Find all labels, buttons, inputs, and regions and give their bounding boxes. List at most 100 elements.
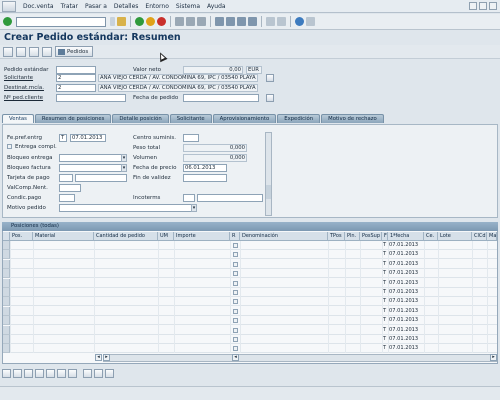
row-first-date-value[interactable]: 07.01.2013 [389, 269, 418, 277]
row-first-date-value[interactable]: 07.01.2013 [389, 326, 418, 334]
solicitante-label[interactable]: Solicitante [4, 75, 33, 81]
back-icon[interactable] [135, 17, 144, 26]
previous-page-icon[interactable] [226, 17, 235, 26]
row-first-date-value[interactable]: 07.01.2013 [389, 316, 418, 324]
sort-descending-icon[interactable] [57, 369, 66, 378]
table-row[interactable] [3, 241, 497, 250]
row-r-checkbox[interactable] [233, 327, 238, 333]
centro-suminis-input[interactable] [183, 134, 199, 142]
fe-pref-unit-input[interactable]: T [59, 134, 67, 142]
row-r-checkbox[interactable] [233, 337, 238, 342]
ventas-scrollbar[interactable] [265, 132, 272, 216]
command-dropdown-icon[interactable] [110, 17, 115, 26]
select-all-rows-button[interactable] [3, 232, 10, 241]
ventas-scroll-thumb[interactable] [266, 185, 271, 199]
row-first-date-value[interactable]: 07.01.2013 [389, 307, 418, 315]
row-r-checkbox[interactable] [233, 271, 238, 277]
row-r-checkbox[interactable] [233, 299, 238, 305]
column-header[interactable]: TPos [328, 232, 345, 241]
configuration-icon[interactable] [83, 369, 92, 378]
row-first-date-value[interactable]: 07.01.2013 [389, 335, 418, 343]
bloqueo-entrega-select[interactable] [59, 154, 127, 162]
column-header[interactable]: Material [33, 232, 94, 241]
column-header[interactable]: Mar [487, 232, 497, 241]
header-detail-icon[interactable] [42, 46, 52, 57]
incoterms-code-input[interactable] [183, 194, 195, 202]
motivo-pedido-dropdown-icon[interactable]: ▾ [191, 204, 197, 212]
column-header[interactable]: R [230, 232, 240, 241]
tab-motivo-rechazo[interactable]: Motivo de rechazo [321, 114, 384, 123]
scroll-right-end-icon[interactable]: ▸ [490, 354, 497, 361]
column-header[interactable]: Pos. [10, 232, 33, 241]
row-r-checkbox[interactable] [233, 280, 238, 286]
column-header[interactable]: Denominación [240, 232, 328, 241]
row-selector[interactable] [3, 250, 10, 260]
column-header[interactable]: UM [158, 232, 174, 241]
table-row[interactable] [3, 316, 497, 326]
table-row[interactable] [3, 344, 497, 354]
tab-resumen-posiciones[interactable]: Resumen de posiciones [34, 114, 112, 123]
items-horizontal-scrollbar[interactable] [103, 354, 497, 362]
tab-detalle-posicion[interactable]: Detalle posición [112, 114, 169, 123]
row-selector[interactable] [3, 325, 10, 335]
row-r-checkbox[interactable] [233, 318, 238, 324]
scroll-right-icon[interactable]: ▸ [103, 354, 110, 361]
row-first-date-value[interactable]: 07.01.2013 [389, 260, 418, 268]
entrega-compl-checkbox[interactable] [7, 144, 12, 149]
ped-cliente-input[interactable] [56, 94, 126, 102]
tarjeta-pago-input[interactable] [75, 174, 127, 182]
exit-icon[interactable] [146, 17, 155, 26]
tab-ventas[interactable]: Ventas [2, 114, 34, 123]
menu-tratar[interactable]: Tratar [61, 3, 78, 10]
next-page-icon[interactable] [237, 17, 246, 26]
condic-pago-input[interactable] [59, 194, 75, 202]
row-selector[interactable] [3, 306, 10, 316]
destinat-input[interactable]: 2 [56, 84, 96, 92]
sap-menu-icon[interactable] [2, 0, 16, 12]
scroll-left-end-icon[interactable]: ◂ [232, 354, 239, 361]
sort-ascending-icon[interactable] [46, 369, 55, 378]
table-row[interactable] [3, 307, 497, 316]
table-row[interactable] [3, 279, 497, 288]
valcomp-input[interactable] [59, 184, 81, 192]
bloqueo-entrega-dropdown-icon[interactable]: ▾ [121, 154, 127, 162]
table-row[interactable] [3, 250, 497, 260]
minimize-icon[interactable] [469, 2, 477, 10]
order-detail-icon[interactable] [266, 94, 274, 102]
row-selector[interactable] [3, 297, 10, 307]
row-first-date-value[interactable]: 07.01.2013 [389, 250, 418, 258]
row-selector[interactable] [3, 344, 10, 354]
fecha-precio-input[interactable]: 06.01.2013 [183, 164, 227, 172]
scroll-left-icon[interactable]: ◂ [95, 354, 102, 361]
column-header[interactable]: Importe [174, 232, 230, 241]
fe-pref-date-input[interactable]: 07.01.2013 [70, 134, 106, 142]
solicitante-input[interactable]: 2 [56, 74, 96, 82]
column-header[interactable]: ClCd [472, 232, 487, 241]
select-all-icon[interactable] [13, 369, 22, 378]
availability-icon[interactable] [94, 369, 103, 378]
display-doc-icon[interactable] [3, 46, 13, 57]
tab-expedicion[interactable]: Expedición [277, 114, 321, 123]
row-r-checkbox[interactable] [233, 308, 238, 314]
row-r-checkbox[interactable] [233, 252, 238, 258]
shortcut-icon[interactable] [277, 17, 286, 26]
header-ref-icon[interactable] [29, 46, 39, 57]
save-icon[interactable] [117, 17, 126, 26]
table-row[interactable] [3, 288, 497, 297]
row-r-checkbox[interactable] [233, 346, 238, 352]
enter-icon[interactable] [3, 17, 12, 26]
table-row[interactable] [3, 335, 497, 344]
print-icon[interactable] [175, 17, 184, 26]
pedidos-button[interactable]: Pedidos [55, 46, 94, 57]
deselect-all-icon[interactable] [24, 369, 33, 378]
more-functions-icon[interactable] [68, 369, 77, 378]
cancel-icon[interactable] [157, 17, 166, 26]
tarjeta-tipo-input[interactable] [59, 174, 73, 182]
row-first-date-value[interactable]: 07.01.2013 [389, 279, 418, 287]
column-header[interactable]: PosSup [360, 232, 382, 241]
help-icon[interactable] [295, 17, 304, 26]
row-selector[interactable] [3, 335, 10, 344]
destinat-label[interactable]: Destinat.mcía. [4, 85, 44, 91]
row-first-date-value[interactable]: 07.01.2013 [389, 288, 418, 296]
row-r-checkbox[interactable] [233, 261, 238, 267]
